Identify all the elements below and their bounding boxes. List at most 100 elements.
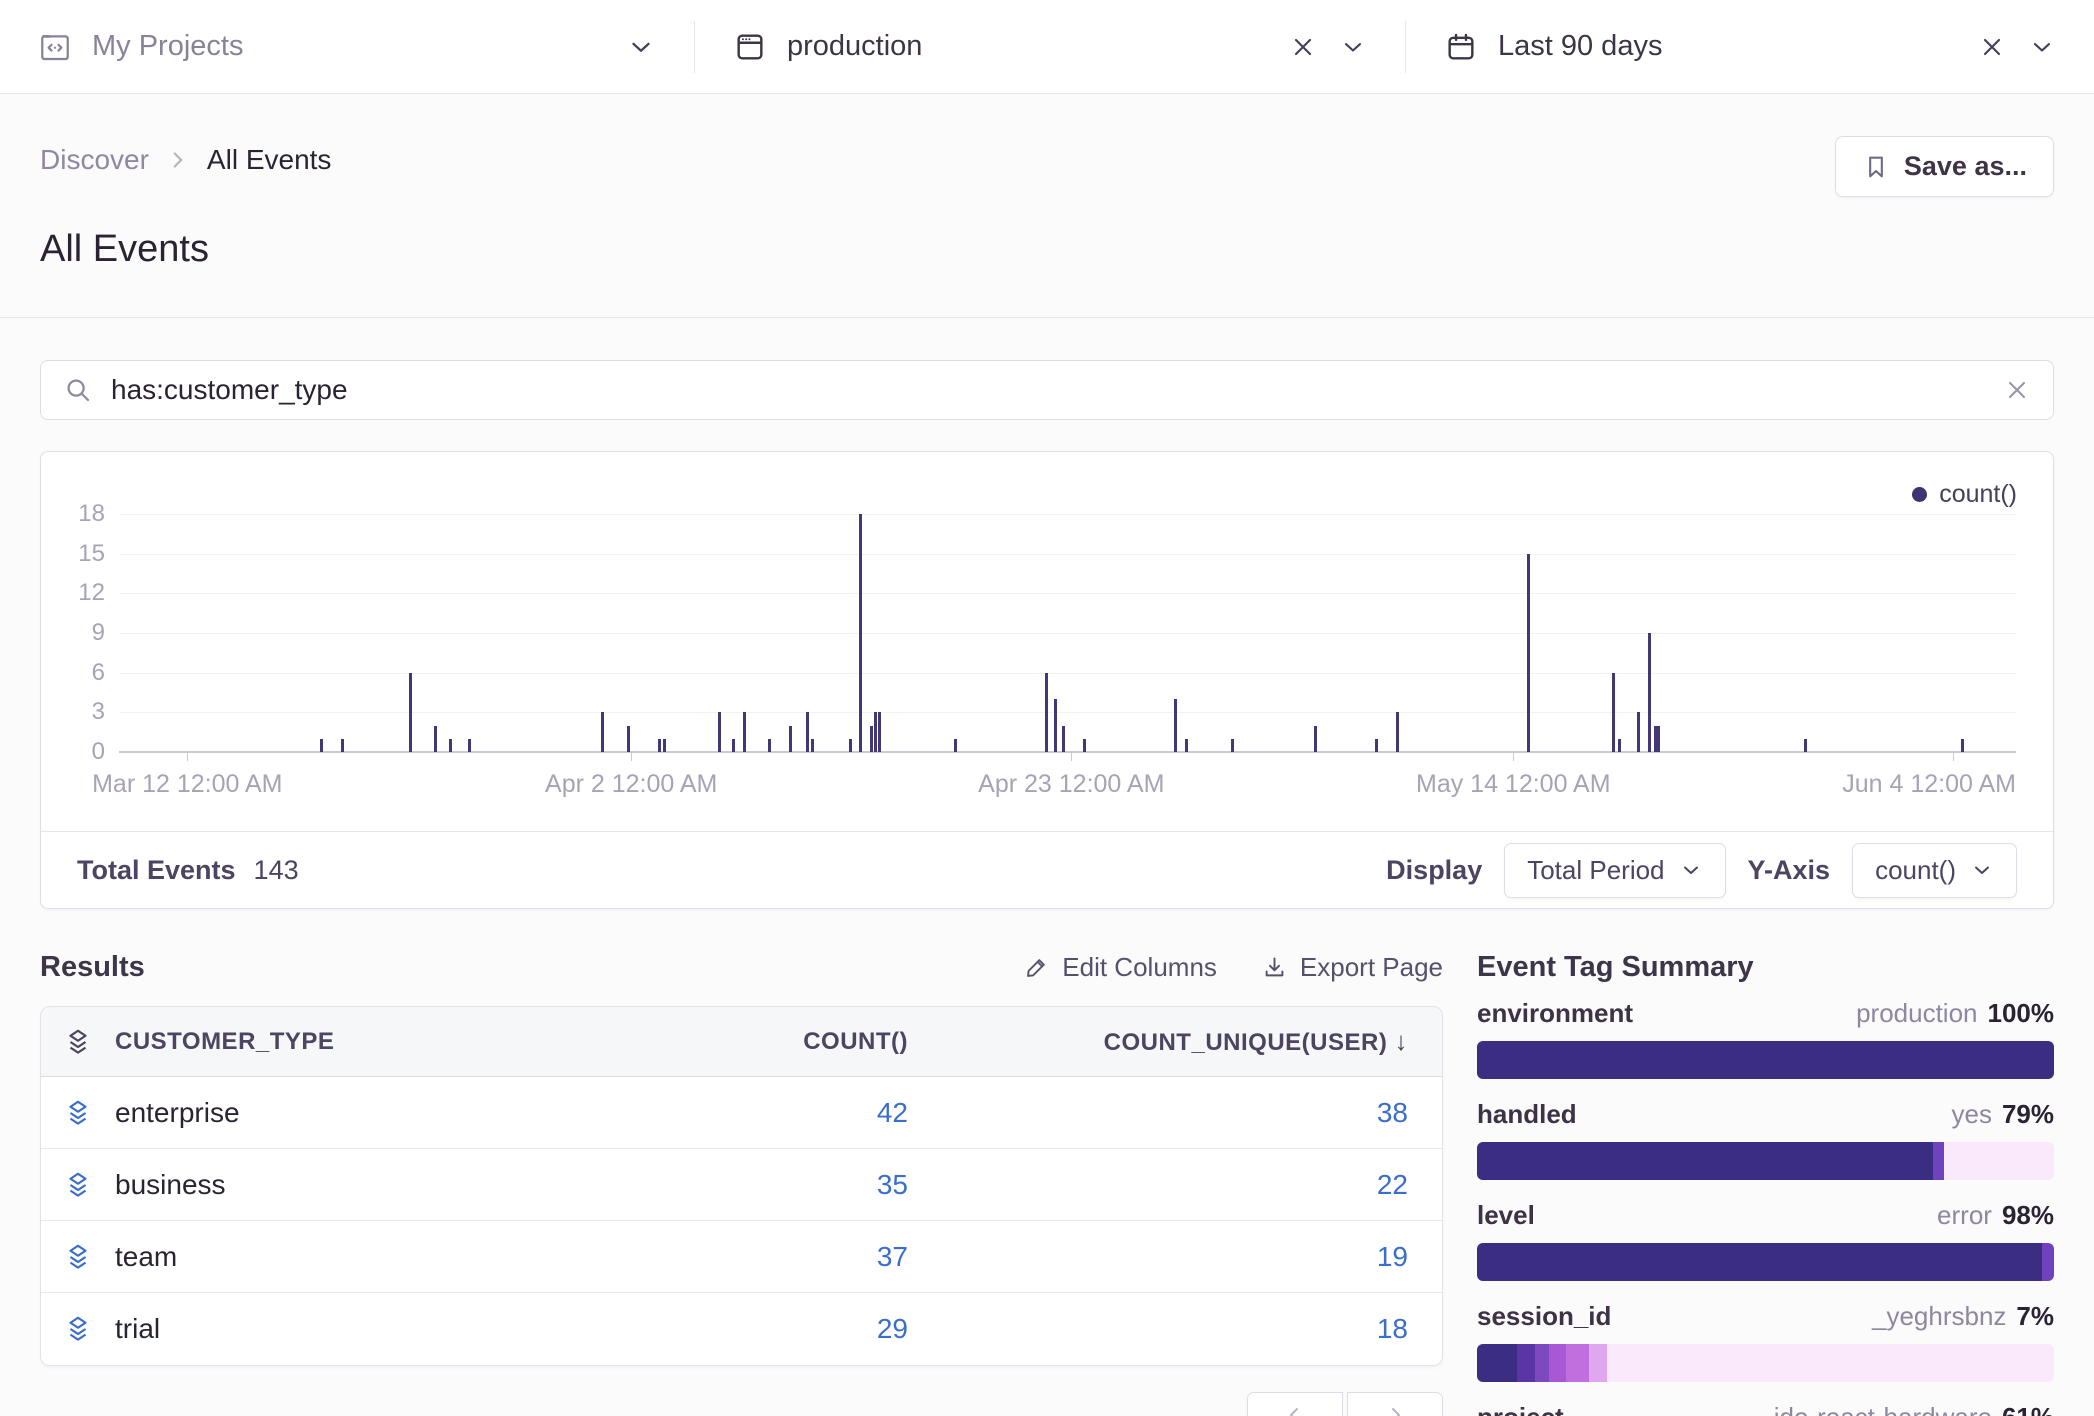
table-row[interactable]: business3522	[41, 1149, 1442, 1221]
chart-bar[interactable]	[806, 712, 809, 752]
yaxis-dropdown[interactable]: count()	[1852, 843, 2017, 898]
chart-bar[interactable]	[409, 673, 412, 752]
tag-bar-segment[interactable]	[1477, 1243, 2042, 1281]
cell-count-unique-user[interactable]: 18	[908, 1313, 1408, 1345]
chart-bar[interactable]	[874, 712, 877, 752]
edit-columns-button[interactable]: Edit Columns	[1023, 952, 1217, 983]
table-row[interactable]: enterprise4238	[41, 1077, 1442, 1149]
chevron-down-icon[interactable]	[1339, 33, 1367, 61]
chart-bar[interactable]	[663, 739, 666, 752]
prev-page-button[interactable]	[1247, 1392, 1343, 1416]
chart-bar[interactable]	[1396, 712, 1399, 752]
export-page-button[interactable]: Export Page	[1261, 952, 1443, 983]
chart-bar[interactable]	[1314, 726, 1317, 752]
chart-bar[interactable]	[1657, 726, 1660, 752]
cell-count[interactable]: 42	[618, 1097, 908, 1129]
tag-bar-segment[interactable]	[1566, 1344, 1589, 1382]
tag-bar-segment[interactable]	[1944, 1142, 2054, 1180]
col-count[interactable]: COUNT()	[618, 1028, 908, 1056]
chart-bar[interactable]	[878, 712, 881, 752]
chart-bar[interactable]	[341, 739, 344, 752]
chart-bar[interactable]	[811, 739, 814, 752]
chart-bar[interactable]	[1083, 739, 1086, 752]
chart-bar[interactable]	[870, 726, 873, 752]
tag-bar-segment[interactable]	[1477, 1344, 1517, 1382]
tag-distribution-bar[interactable]	[1477, 1142, 2054, 1180]
cell-count[interactable]: 29	[618, 1313, 908, 1345]
tag-distribution-bar[interactable]	[1477, 1243, 2054, 1281]
display-dropdown[interactable]: Total Period	[1504, 843, 1725, 898]
chart-bar[interactable]	[434, 726, 437, 752]
chart-bar[interactable]	[859, 514, 862, 752]
chart-bar[interactable]	[1185, 739, 1188, 752]
chart-bar[interactable]	[1231, 739, 1234, 752]
chart-bar[interactable]	[1637, 712, 1640, 752]
chart-bar[interactable]	[743, 712, 746, 752]
daterange-selector[interactable]: Last 90 days	[1406, 0, 2094, 93]
chart-bar[interactable]	[658, 739, 661, 752]
tag-top-value: production	[1856, 998, 1977, 1029]
chevron-down-icon[interactable]	[2028, 33, 2056, 61]
tag-bar-segment[interactable]	[1477, 1041, 2054, 1079]
chart-bar[interactable]	[1961, 739, 1964, 752]
cell-count[interactable]: 35	[618, 1169, 908, 1201]
search-input[interactable]	[111, 374, 1985, 406]
project-selector[interactable]: My Projects	[0, 0, 694, 93]
tag-bar-segment[interactable]	[2042, 1243, 2054, 1281]
cell-count-unique-user[interactable]: 19	[908, 1241, 1408, 1273]
tag-bar-segment[interactable]	[1607, 1344, 2054, 1382]
search-bar[interactable]	[40, 360, 2054, 420]
tag-distribution-bar[interactable]	[1477, 1344, 2054, 1382]
chart-bar[interactable]	[1054, 699, 1057, 752]
yaxis-label: Y-Axis	[1748, 855, 1831, 886]
chart-bar[interactable]	[1174, 699, 1177, 752]
tag-name: level	[1477, 1200, 1535, 1231]
chart-bar[interactable]	[468, 739, 471, 752]
breadcrumb-discover[interactable]: Discover	[40, 144, 149, 176]
y-axis-tick-label: 12	[53, 579, 105, 607]
environment-selector[interactable]: production	[695, 0, 1405, 93]
cell-count-unique-user[interactable]: 38	[908, 1097, 1408, 1129]
tag-bar-segment[interactable]	[1517, 1344, 1534, 1382]
chart-bar[interactable]	[1062, 726, 1065, 752]
clear-environment-icon[interactable]	[1289, 33, 1317, 61]
chart-bar[interactable]	[954, 739, 957, 752]
chart-bar[interactable]	[732, 739, 735, 752]
chart-bar[interactable]	[449, 739, 452, 752]
gridline	[119, 633, 2016, 634]
chart-bar[interactable]	[1375, 739, 1378, 752]
tag-bar-segment[interactable]	[1589, 1344, 1606, 1382]
col-customer-type[interactable]: CUSTOMER_TYPE	[115, 1028, 618, 1056]
events-chart-plot[interactable]: 0369121518Mar 12 12:00 AMApr 2 12:00 AMA…	[119, 514, 2016, 752]
tag-bar-segment[interactable]	[1933, 1142, 1945, 1180]
chart-bar[interactable]	[627, 726, 630, 752]
chart-bar[interactable]	[1045, 673, 1048, 752]
tag-distribution-bar[interactable]	[1477, 1041, 2054, 1079]
cell-count[interactable]: 37	[618, 1241, 908, 1273]
table-row[interactable]: team3719	[41, 1221, 1442, 1293]
chart-bar[interactable]	[320, 739, 323, 752]
chart-bar[interactable]	[1527, 554, 1530, 752]
x-axis-tick	[631, 752, 632, 761]
chevron-down-icon[interactable]	[626, 32, 656, 62]
clear-search-icon[interactable]	[2003, 376, 2031, 404]
tag-bar-segment[interactable]	[1535, 1344, 1549, 1382]
chart-bar[interactable]	[718, 712, 721, 752]
chart-bar[interactable]	[1654, 726, 1657, 752]
clear-daterange-icon[interactable]	[1978, 33, 2006, 61]
col-count-unique-user[interactable]: COUNT_UNIQUE(USER) ↓	[908, 1026, 1408, 1057]
chart-bar[interactable]	[1804, 739, 1807, 752]
next-page-button[interactable]	[1347, 1392, 1443, 1416]
save-as-button[interactable]: Save as...	[1835, 136, 2054, 197]
chart-bar[interactable]	[1612, 673, 1615, 752]
chart-bar[interactable]	[1648, 633, 1651, 752]
chart-bar[interactable]	[1618, 739, 1621, 752]
chart-bar[interactable]	[768, 739, 771, 752]
tag-bar-segment[interactable]	[1477, 1142, 1933, 1180]
chart-bar[interactable]	[601, 712, 604, 752]
table-row[interactable]: trial2918	[41, 1293, 1442, 1365]
cell-count-unique-user[interactable]: 22	[908, 1169, 1408, 1201]
chart-bar[interactable]	[789, 726, 792, 752]
tag-bar-segment[interactable]	[1549, 1344, 1566, 1382]
chart-bar[interactable]	[849, 739, 852, 752]
